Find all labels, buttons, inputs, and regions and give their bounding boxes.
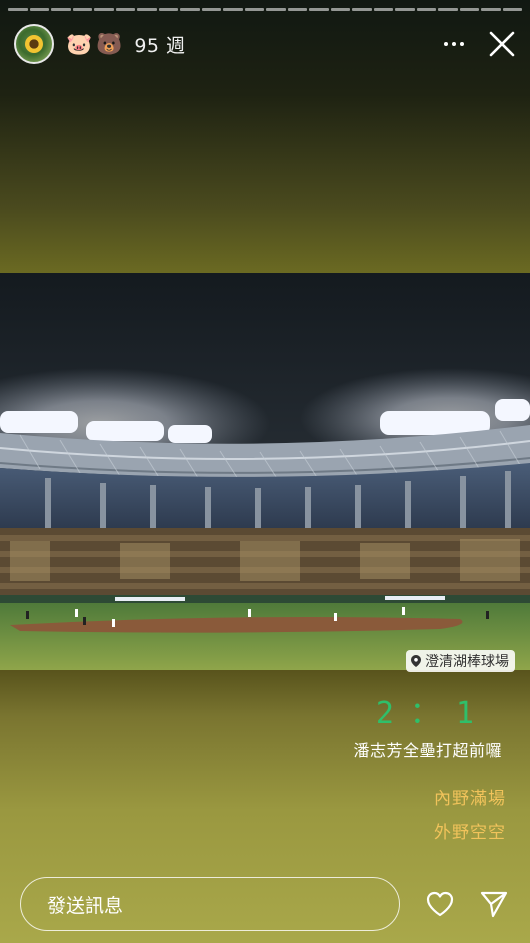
progress-segment — [180, 8, 200, 11]
progress-segment — [201, 8, 221, 11]
location-sticker[interactable]: 澄清湖棒球場 — [406, 650, 515, 672]
week-label: 95 週 — [134, 34, 186, 57]
sunflower-icon — [25, 35, 43, 53]
location-label: 澄清湖棒球場 — [425, 654, 509, 670]
progress-segment — [137, 8, 157, 11]
message-placeholder: 發送訊息 — [47, 894, 124, 917]
progress-segment — [115, 8, 135, 11]
progress-segment — [373, 8, 393, 11]
caption-text: 潘志芳全壘打超前囉 — [353, 741, 502, 760]
score-text: 2：1 — [375, 696, 490, 731]
location-pin-icon — [411, 655, 421, 667]
progress-segment — [352, 8, 372, 11]
note-outfield: 外野空空 — [434, 823, 506, 843]
story-header: 🐷 🐻 95 週 — [14, 22, 516, 66]
progress-segment — [266, 8, 286, 11]
progress-segment — [94, 8, 114, 11]
story-progress-bar — [8, 8, 522, 11]
note-infield: 內野滿場 — [434, 789, 506, 809]
more-options-icon[interactable] — [444, 34, 464, 54]
progress-segment — [330, 8, 350, 11]
progress-segment — [223, 8, 243, 11]
progress-segment — [287, 8, 307, 11]
progress-segment — [438, 8, 458, 11]
reply-bar: 發送訊息 — [20, 876, 512, 932]
heart-icon[interactable] — [424, 888, 456, 920]
story-photo — [0, 273, 530, 670]
progress-segment — [51, 8, 71, 11]
progress-segment — [8, 8, 28, 11]
progress-segment — [459, 8, 479, 11]
progress-segment — [29, 8, 49, 11]
send-icon[interactable] — [478, 888, 510, 920]
progress-segment — [502, 8, 522, 11]
avatar[interactable] — [14, 24, 54, 64]
stadium-photo — [0, 273, 530, 670]
progress-segment — [481, 8, 501, 11]
close-icon[interactable] — [488, 30, 516, 58]
progress-segment — [395, 8, 415, 11]
progress-segment — [158, 8, 178, 11]
progress-segment — [244, 8, 264, 11]
progress-segment — [309, 8, 329, 11]
progress-segment — [416, 8, 436, 11]
message-input[interactable]: 發送訊息 — [20, 877, 400, 931]
bear-emoji: 🐻 — [96, 31, 123, 56]
progress-segment — [72, 8, 92, 11]
pig-emoji: 🐷 — [66, 31, 93, 56]
